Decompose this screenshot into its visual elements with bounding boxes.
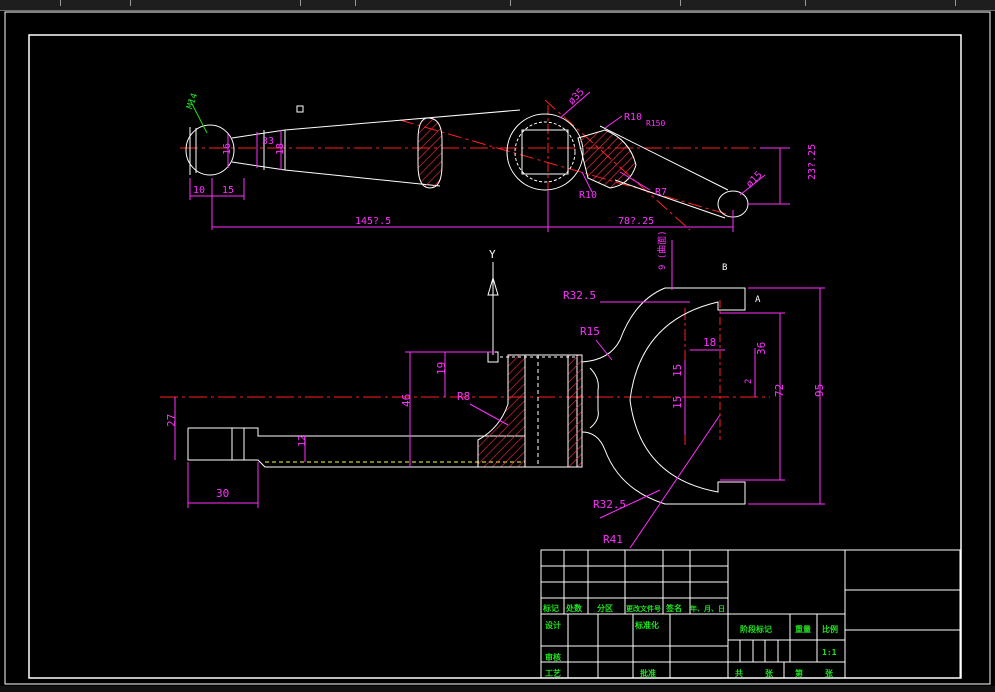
tb-shenhe: 审核 (545, 652, 561, 662)
drawing-canvas[interactable]: 10 15 16 18 33 145?.5 78?.25 23?.25 ø35 … (0, 10, 995, 686)
fork-outline (581, 287, 746, 505)
tb-fenqu: 分区 (597, 603, 613, 613)
snap-marker[interactable] (296, 105, 304, 113)
dim-r150: R150 (646, 119, 665, 128)
dim-33: 33 (262, 136, 274, 147)
title-block (540, 549, 961, 679)
status-strip (0, 686, 995, 692)
toolbar-separator (130, 0, 131, 6)
tb-gengai: 更改文件号 (626, 604, 661, 613)
tb-bili: 比例 (822, 624, 838, 634)
tb-zhongliang: 重量 (795, 624, 811, 634)
dim-10: 10 (193, 185, 205, 196)
dim-r15: R15 (580, 325, 600, 338)
hub-inner-dashed (514, 121, 576, 183)
dim-30: 30 (216, 487, 229, 500)
dim-r10-upper: R10 (624, 112, 642, 123)
toolbar-separator (680, 0, 681, 6)
tb-pizhun: 批准 (640, 668, 656, 678)
tb-biaoji: 标记 (542, 603, 559, 613)
tb-qianming: 签名 (665, 603, 682, 613)
lever-section (577, 129, 637, 189)
toolbar-separator (510, 0, 511, 6)
dim-r32-upper: R32.5 (563, 289, 596, 302)
sheet-border (4, 11, 991, 685)
dim-78: 78?.25 (618, 216, 654, 227)
tb-chushu: 处数 (565, 603, 583, 613)
body-section-right (567, 354, 583, 468)
dim-18-top: 18 (275, 143, 286, 155)
label-a: A (755, 295, 761, 305)
tb-sheji: 设计 (545, 620, 561, 630)
dim-72: 72 (773, 384, 786, 397)
label-b: B (722, 263, 727, 273)
dim-phi15: ø15 (744, 170, 765, 191)
toolbar-separator (300, 0, 301, 6)
tb-gongyi: 工艺 (545, 668, 561, 678)
arm-end-step (231, 428, 245, 460)
hub-bore (521, 129, 569, 175)
toolbar-separator (60, 0, 61, 6)
dim-r10-lower: R10 (579, 190, 597, 201)
toolbar-separator (805, 0, 806, 6)
dim-15-upper: 15 (671, 364, 684, 377)
tb-jieduan: 阶段标记 (740, 624, 772, 634)
tb-nianyueri: 年、月、日 (690, 604, 725, 613)
dim-15-top: 15 (222, 185, 234, 196)
long-arm-outline (187, 427, 525, 468)
tb-zhang1: 张 (765, 669, 774, 678)
dim-95: 95 (813, 384, 826, 397)
dim-27: 27 (165, 414, 178, 427)
top-view (180, 91, 790, 232)
dim-12: 12 (297, 435, 308, 447)
dim-phi35: ø35 (566, 87, 587, 108)
front-view (160, 240, 825, 549)
dim-23: 23?.25 (807, 144, 818, 180)
hub-outer (506, 113, 584, 191)
body-section-left (477, 354, 526, 468)
tb-biaozhunhua: 标准化 (634, 620, 659, 630)
tb-di: 第 (795, 668, 803, 678)
dim-46: 46 (400, 394, 413, 407)
thread-callout: M14 (185, 92, 200, 111)
dim-r8: R8 (457, 390, 470, 403)
dim-145: 145?.5 (355, 216, 391, 227)
dim-r41: R41 (603, 533, 623, 546)
dim-36: 36 (755, 342, 768, 355)
drawing-frame (28, 34, 962, 679)
toolbar-separator (955, 0, 956, 6)
dim-r7: R7 (655, 187, 667, 198)
dim-16: 16 (222, 143, 233, 155)
dim-15-lower: 15 (671, 396, 684, 409)
dim-9: 9 (曲面) (657, 230, 668, 270)
dim-2: 2 (744, 379, 754, 384)
dim-r32-lower: R32.5 (593, 498, 626, 511)
dim-19: 19 (435, 362, 448, 375)
tb-zhang2: 张 (825, 669, 834, 678)
arm-section-slot (417, 117, 443, 189)
dim-18-front: 18 (703, 336, 716, 349)
y-axis-label: Y (489, 248, 496, 261)
top-view-diagonal-centerline (399, 119, 731, 216)
fork-inner-contour (589, 367, 599, 429)
tb-gong: 共 (735, 668, 743, 678)
tb-scale-value: 1:1 (822, 648, 837, 657)
toolbar-separator (355, 0, 356, 6)
